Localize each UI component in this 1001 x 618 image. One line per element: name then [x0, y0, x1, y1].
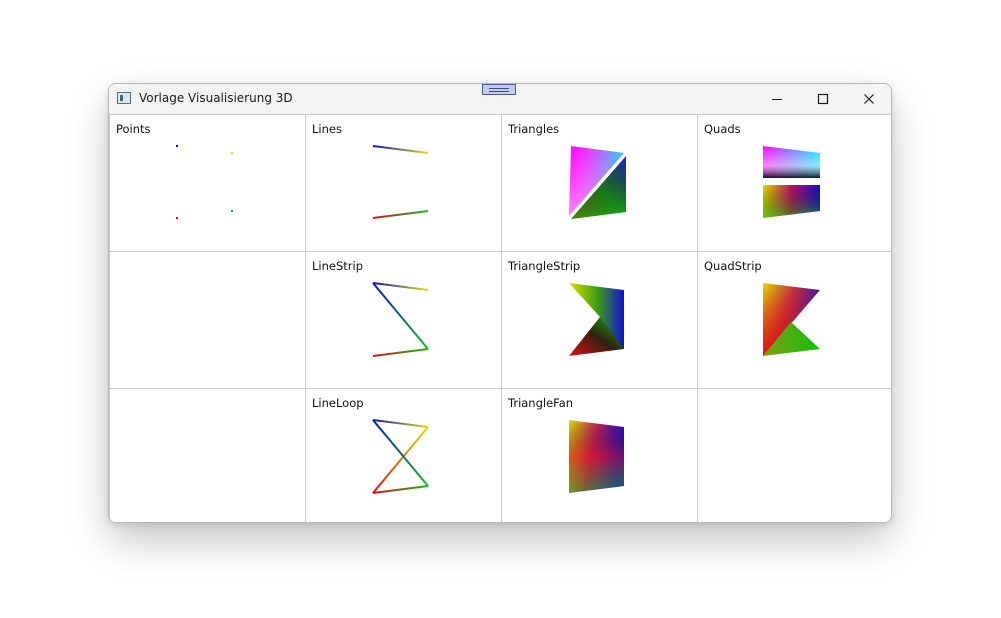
- cell-trianglestrip: TriangleStrip: [501, 251, 698, 389]
- points-render: [110, 115, 306, 252]
- app-icon: [117, 92, 131, 104]
- triangles-render: [502, 115, 698, 252]
- cell-lineloop: LineLoop: [305, 388, 502, 523]
- title-bar[interactable]: Vorlage Visualisierung 3D: [109, 84, 891, 114]
- quads-render: [698, 115, 892, 252]
- window-title: Vorlage Visualisierung 3D: [139, 91, 293, 105]
- cell-lines: Lines: [305, 114, 502, 252]
- lines-render: [306, 115, 502, 252]
- quadstrip-render: [698, 252, 892, 389]
- minimize-icon: [771, 93, 783, 105]
- cell-empty-1: [109, 251, 306, 389]
- close-button[interactable]: [846, 84, 892, 114]
- app-window: Vorlage Visualisierung 3D Points Lines: [108, 83, 892, 523]
- lineloop-render: [306, 389, 502, 523]
- cell-quadstrip: QuadStrip: [697, 251, 892, 389]
- maximize-button[interactable]: [800, 84, 846, 114]
- trianglestrip-render: [502, 252, 698, 389]
- cell-empty-3: [697, 388, 892, 523]
- cell-quads: Quads: [697, 114, 892, 252]
- cell-trianglefan: TriangleFan: [501, 388, 698, 523]
- minimize-button[interactable]: [754, 84, 800, 114]
- cell-linestrip: LineStrip: [305, 251, 502, 389]
- cell-points: Points: [109, 114, 306, 252]
- cell-triangles: Triangles: [501, 114, 698, 252]
- primitive-grid: Points Lines Triangles: [109, 114, 892, 523]
- close-icon: [863, 93, 875, 105]
- cell-empty-2: [109, 388, 306, 523]
- drag-grip-icon[interactable]: [482, 84, 516, 95]
- trianglefan-render: [502, 389, 698, 523]
- maximize-icon: [817, 93, 829, 105]
- linestrip-render: [306, 252, 502, 389]
